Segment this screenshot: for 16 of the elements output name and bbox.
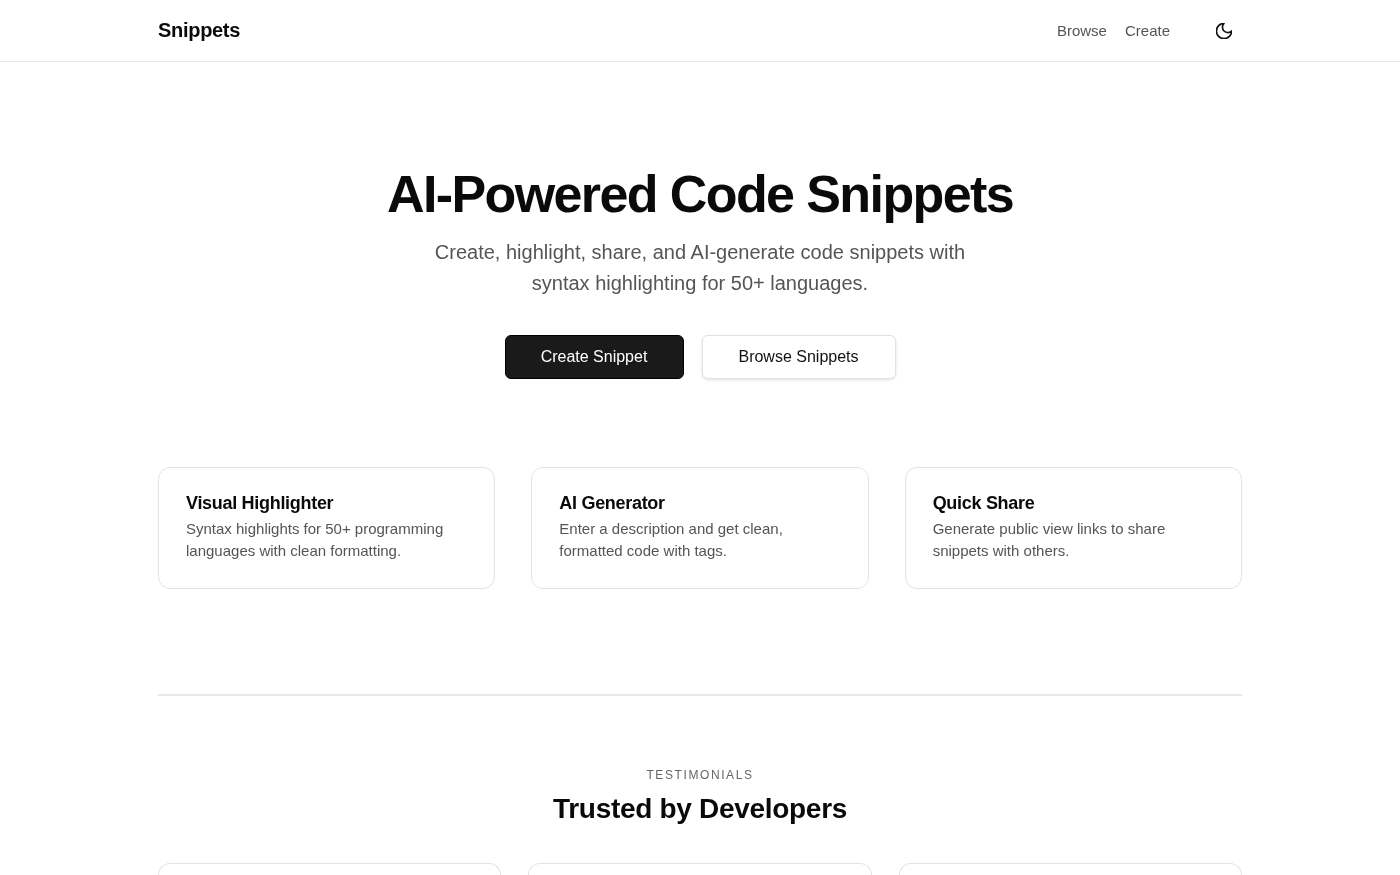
- feature-title: AI Generator: [559, 492, 666, 515]
- feature-title: Visual Highlighter: [186, 492, 335, 515]
- feature-description: Generate public view links to share snippets with others.: [932, 519, 1167, 561]
- section-title: Trusted by Developers: [552, 792, 848, 826]
- section-eyebrow: TESTIMONIALS: [645, 767, 755, 783]
- create-snippet-button[interactable]: Create Snippet: [504, 335, 684, 379]
- nav-link[interactable]: Browse: [1056, 22, 1107, 39]
- site-logo[interactable]: Snippets: [158, 19, 241, 42]
- hero-subtitle: Create, highlight, share, and AI-generate code snippets with syntax highlighting for 50+ languages.: [433, 240, 967, 296]
- feature-title: Quick Share: [932, 492, 1036, 515]
- feature-description: Syntax highlights for 50+ programming languages with clean formatting.: [186, 519, 445, 561]
- browse-snippets-button[interactable]: Browse Snippets: [701, 335, 896, 379]
- moon-icon: [1216, 22, 1232, 39]
- nav-link[interactable]: Create: [1124, 22, 1170, 39]
- feature-description: Enter a description and get clean, formatted code with tags.: [559, 519, 784, 561]
- hero-title: AI-Powered Code Snippets: [385, 166, 1015, 223]
